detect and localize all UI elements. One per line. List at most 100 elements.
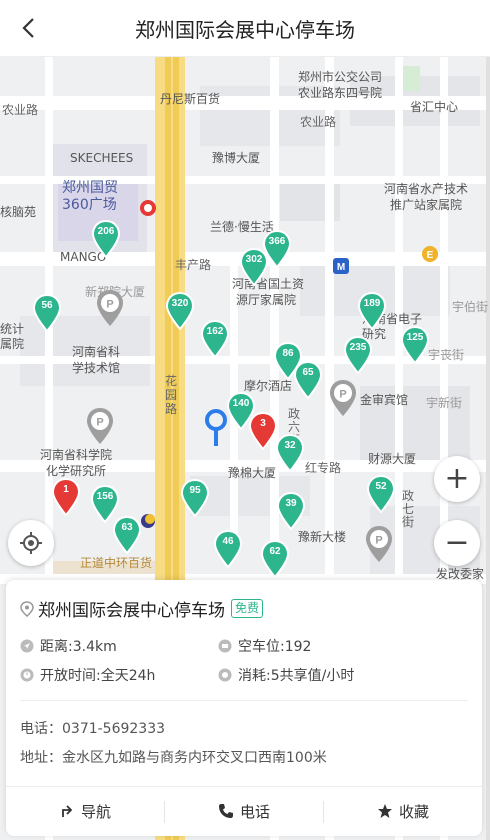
current-location-marker-icon [205, 409, 227, 446]
parking-pin-selected[interactable]: 1 [52, 478, 80, 516]
pin-number: 162 [206, 326, 224, 337]
poi-label: 农业路东四号院 [298, 86, 383, 100]
pin-number: 86 [282, 348, 294, 359]
parking-pin[interactable]: 52 [367, 475, 395, 513]
header-bar: 郑州国际会展中心停车场 [0, 0, 490, 57]
restaurant-icon [140, 200, 156, 216]
call-button[interactable]: 电话 [165, 787, 323, 835]
zoom-out-button[interactable]: − [434, 520, 480, 566]
poi-label: 统计 [0, 322, 25, 336]
parking-pin[interactable]: 65 [294, 361, 322, 399]
parking-pin[interactable]: 320 [166, 292, 194, 330]
page-title: 郑州国际会展中心停车场 [135, 18, 355, 42]
road-label: 花园路 [165, 374, 178, 416]
pin-number: 302 [245, 254, 263, 265]
poi-label: 属院 [0, 337, 25, 351]
phone-number[interactable]: 电话：0371-5692333 [20, 718, 165, 738]
poi-label: 宇伯街 [452, 300, 489, 314]
parking-pin[interactable]: 62 [261, 540, 289, 578]
parking-gray-icon[interactable]: P [364, 524, 394, 564]
zoom-in-button[interactable]: + [434, 456, 480, 502]
parking-pin[interactable]: 56 [33, 294, 61, 332]
road-label: 农业路 [2, 103, 39, 117]
poi-label: 郑州国贸 [62, 180, 118, 196]
parking-pin[interactable]: 302 [240, 248, 268, 286]
parking-pin[interactable]: 63 [113, 516, 141, 554]
card-divider [20, 700, 468, 701]
pin-number: 125 [406, 332, 424, 343]
pin-number: 3 [260, 418, 266, 429]
crosshair-icon [20, 532, 42, 554]
locate-me-button[interactable] [8, 520, 54, 566]
road-label: 丰产路 [175, 258, 212, 272]
favorite-button[interactable]: 收藏 [324, 787, 482, 835]
parking-pin[interactable]: 206 [92, 220, 120, 258]
pin-number: 206 [97, 226, 115, 237]
phone-icon [218, 804, 233, 818]
parking-gray-icon[interactable]: P [95, 288, 125, 328]
parking-gray-icon[interactable]: P [328, 378, 358, 418]
parking-space-icon [218, 639, 232, 653]
poi-label: 省汇中心 [410, 100, 459, 114]
parking-pin[interactable]: 32 [276, 434, 304, 472]
poi-label: 丹尼斯百货 [160, 92, 221, 106]
poi-label: 化学研究所 [46, 464, 107, 478]
poi-label: SKECHEES [70, 151, 134, 165]
poi-label: 宇丧街 [428, 348, 465, 362]
hours-info: 开放时间:全天24h [20, 665, 155, 685]
poi-label: 财源大厦 [368, 452, 417, 466]
poi-label: 河南省水产技术 [384, 182, 469, 196]
pin-number: 39 [285, 498, 297, 509]
poi-label: 源厅家属院 [236, 293, 297, 307]
svg-text:E: E [427, 250, 434, 261]
poi-label: 郑州市公交公司 [298, 70, 383, 84]
parking-pin[interactable]: 125 [401, 326, 429, 364]
pin-number: 63 [121, 522, 133, 533]
parking-pin[interactable]: 235 [344, 336, 372, 374]
pin-number: 62 [269, 546, 281, 557]
parking-gray-icon[interactable]: P [85, 406, 115, 446]
road-label: 农业路 [300, 115, 337, 129]
parking-title: 郑州国际会展中心停车场 免费 [20, 596, 264, 621]
coin-icon [218, 668, 232, 682]
distance-info: 距离:3.4km [20, 636, 117, 656]
poi-label: 豫棉大厦 [228, 466, 277, 480]
parking-pin[interactable]: 46 [214, 530, 242, 568]
minus-icon: − [444, 525, 470, 560]
parking-pin-selected[interactable]: 3 [249, 412, 277, 450]
poi-label: 河南省科学院 [40, 448, 113, 462]
parking-pin[interactable]: 95 [181, 479, 209, 517]
pin-number: 235 [349, 342, 367, 353]
location-pin-icon [20, 600, 34, 617]
clock-icon [20, 668, 34, 682]
poi-label: 豫博大厦 [212, 151, 261, 165]
pin-number: 95 [189, 485, 201, 496]
parking-pin[interactable]: 162 [201, 320, 229, 358]
pin-number: 46 [222, 536, 234, 547]
poi-label: 学技术馆 [72, 361, 121, 375]
poi-label: 正道中环百货 [80, 556, 153, 570]
svg-text:P: P [375, 535, 382, 547]
pin-number: 140 [232, 398, 250, 409]
subway-icon: M [333, 258, 349, 274]
parking-pin[interactable]: 39 [277, 492, 305, 530]
poi-label: 360广场 [62, 197, 117, 213]
poi-label: 推广站家属院 [390, 198, 463, 212]
navigate-button[interactable]: 导航 [6, 787, 164, 835]
parking-info-card: 郑州国际会展中心停车场 免费 距离:3.4km 空车位:192 开放时间:全天2… [6, 580, 482, 836]
pin-number: 52 [375, 481, 387, 492]
vacancy-info: 空车位:192 [218, 636, 311, 656]
plus-icon: + [444, 461, 470, 496]
svg-text:P: P [106, 299, 113, 311]
poi-label: 宇新街 [426, 396, 463, 410]
moon-icon [141, 514, 155, 528]
parking-name: 郑州国际会展中心停车场 [38, 601, 225, 621]
cost-info: 消耗:5共享值/小时 [218, 665, 354, 685]
pin-number: 366 [268, 236, 286, 247]
pin-number: 189 [363, 298, 381, 309]
pin-number: 65 [302, 367, 314, 378]
road-label: 政七街 [402, 489, 415, 529]
navigate-icon [62, 805, 73, 817]
parking-pin[interactable]: 189 [358, 292, 386, 330]
road-label: 红专路 [305, 461, 342, 475]
